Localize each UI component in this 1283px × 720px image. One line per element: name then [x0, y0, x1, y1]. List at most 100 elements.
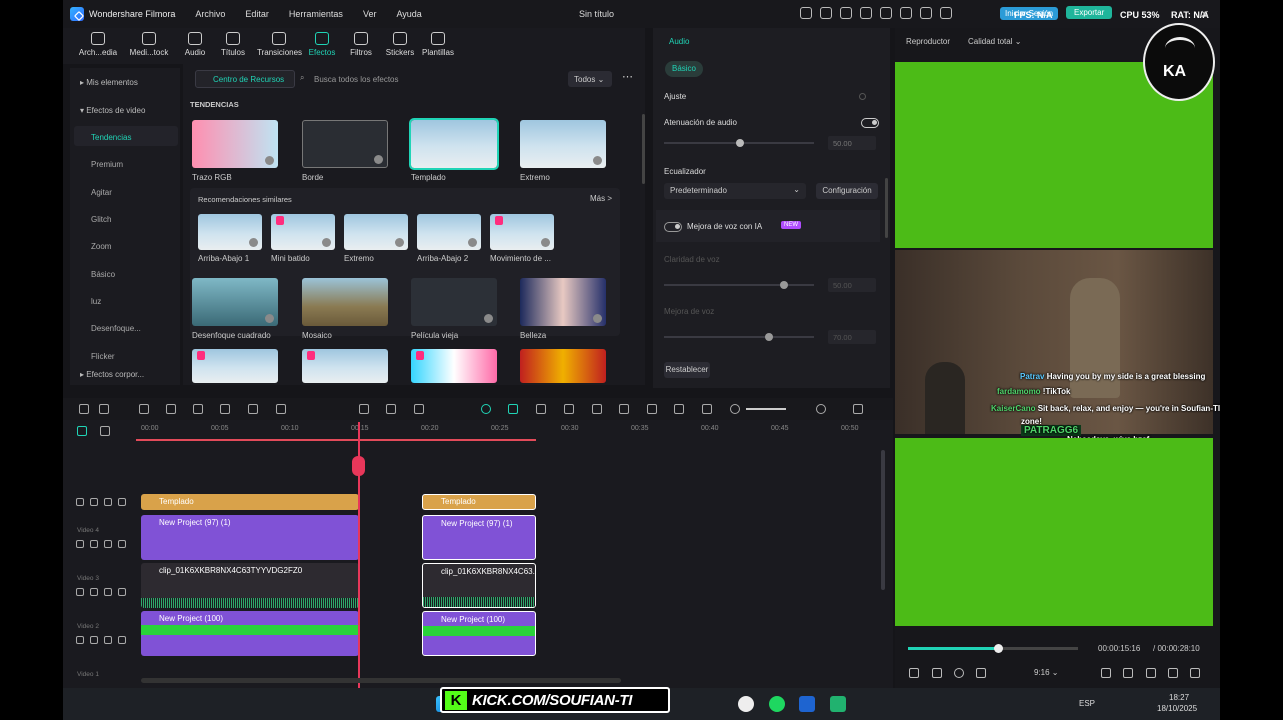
ai-icon[interactable]: [481, 404, 491, 414]
send-icon[interactable]: [820, 7, 832, 19]
zoom-slider[interactable]: [746, 408, 786, 410]
eye-icon[interactable]: [104, 498, 112, 506]
color-icon[interactable]: [414, 404, 424, 414]
replace-icon[interactable]: [702, 404, 712, 414]
chrome-icon[interactable]: [738, 696, 754, 712]
mejora-ia-toggle[interactable]: [664, 222, 682, 232]
progress-knob[interactable]: [994, 644, 1004, 653]
atenuacion-toggle[interactable]: [861, 118, 879, 128]
app-taskbar-icon[interactable]: [830, 696, 846, 712]
sidebar-item-glitch[interactable]: Glitch: [91, 215, 111, 224]
mejora-voz-slider[interactable]: [664, 333, 814, 341]
thumb-row4-3[interactable]: [411, 349, 497, 383]
crop-icon[interactable]: [276, 404, 286, 414]
library-scrollbar[interactable]: [642, 114, 645, 184]
menu-ayuda[interactable]: Ayuda: [396, 9, 421, 19]
claridad-value[interactable]: 50.00: [828, 278, 876, 292]
play-icon[interactable]: [954, 668, 964, 678]
thumb-extremo[interactable]: [520, 120, 606, 168]
reset-button[interactable]: Restablecer: [664, 362, 710, 378]
player-progress[interactable]: [908, 644, 1078, 653]
thumb-arriba-abajo-1[interactable]: [198, 214, 262, 250]
render-icon[interactable]: [564, 404, 574, 414]
edit-icon[interactable]: [118, 540, 126, 548]
snap-icon[interactable]: [508, 404, 518, 414]
thumb-extremo-2[interactable]: [344, 214, 408, 250]
effect-icon[interactable]: [536, 404, 546, 414]
download-icon[interactable]: [395, 238, 404, 247]
support-icon[interactable]: [900, 7, 912, 19]
sidebar-item-agitar[interactable]: Agitar: [91, 188, 112, 197]
mixer-icon[interactable]: [647, 404, 657, 414]
menu-ver[interactable]: Ver: [363, 9, 377, 19]
split-icon[interactable]: [220, 404, 230, 414]
grid-view-icon[interactable]: [853, 404, 863, 414]
timeline-scrollbar[interactable]: [141, 678, 621, 683]
thumb-borde[interactable]: [302, 120, 388, 168]
thumb-arriba-abajo-2[interactable]: [417, 214, 481, 250]
tab-stickers[interactable]: Stickers: [380, 32, 420, 57]
audio-icon[interactable]: [90, 636, 98, 644]
edit-icon[interactable]: [118, 588, 126, 596]
undo-icon[interactable]: [139, 404, 149, 414]
fullscreen-icon[interactable]: [1190, 668, 1200, 678]
clip-video[interactable]: clip_01K6XKBR8NX4C63...: [422, 563, 536, 608]
download-icon[interactable]: [468, 238, 477, 247]
tab-archivos-media[interactable]: Arch...edia: [78, 32, 118, 57]
sidebar-item-tendencias[interactable]: Tendencias: [91, 133, 131, 142]
link-icon[interactable]: [77, 426, 87, 436]
filter-dropdown[interactable]: Todos ⌄: [568, 71, 612, 87]
text-tool-icon[interactable]: [248, 404, 258, 414]
speed-icon[interactable]: [359, 404, 369, 414]
cart-icon[interactable]: [940, 7, 952, 19]
thumb-trazo-rgb[interactable]: [192, 120, 278, 168]
thumb-row4-4[interactable]: [520, 349, 606, 383]
marker-icon[interactable]: [1101, 668, 1111, 678]
sidebar-efectos-corporales[interactable]: ▸ Efectos corpor...: [80, 370, 144, 379]
edit-icon[interactable]: [118, 636, 126, 644]
shield-icon[interactable]: [592, 404, 602, 414]
sidebar-item-desenfoque[interactable]: Desenfoque...: [91, 324, 141, 333]
clip-project-97[interactable]: New Project (97) (1): [141, 515, 359, 560]
quality-dropdown[interactable]: Calidad total ⌄: [968, 37, 1021, 46]
tab-plantillas[interactable]: Plantillas: [418, 32, 458, 57]
save-icon[interactable]: [860, 7, 872, 19]
prev-frame-icon[interactable]: [909, 668, 919, 678]
more-link[interactable]: Más >: [590, 194, 612, 203]
lock-icon[interactable]: [76, 540, 84, 548]
tab-audio-props[interactable]: Audio: [669, 37, 689, 46]
filmora-taskbar-icon[interactable]: [799, 696, 815, 712]
lock-icon[interactable]: [76, 588, 84, 596]
slider-knob[interactable]: [765, 333, 773, 341]
thumb-row4-1[interactable]: [192, 349, 278, 383]
thumb-movimiento[interactable]: [490, 214, 554, 250]
scissors-icon[interactable]: [352, 456, 365, 476]
clip-video[interactable]: clip_01K6XKBR8NX4C63TYYVDG2FZ0: [141, 563, 359, 608]
basic-subtab[interactable]: Básico: [665, 61, 703, 77]
timeline-vscroll[interactable]: [881, 450, 885, 590]
resource-center-button[interactable]: Centro de Recursos: [195, 70, 295, 88]
delete-icon[interactable]: [193, 404, 203, 414]
download-icon[interactable]: [593, 156, 602, 165]
clip-templado[interactable]: Templado: [141, 494, 359, 510]
clip-project-97[interactable]: New Project (97) (1): [422, 515, 536, 560]
clock-date[interactable]: 18/10/2025: [1157, 704, 1197, 713]
claridad-slider[interactable]: [664, 281, 814, 289]
redo-icon[interactable]: [166, 404, 176, 414]
menu-herramientas[interactable]: Herramientas: [289, 9, 343, 19]
config-button[interactable]: Configuración: [816, 183, 878, 199]
clip-templado[interactable]: Templado: [422, 494, 536, 510]
photo-icon[interactable]: [880, 7, 892, 19]
eye-icon[interactable]: [104, 588, 112, 596]
aspect-ratio-dropdown[interactable]: 9:16 ⌄: [1034, 668, 1059, 677]
audio-icon[interactable]: [90, 588, 98, 596]
edit-icon[interactable]: [118, 498, 126, 506]
grid-icon[interactable]: [920, 7, 932, 19]
sidebar-item-zoom[interactable]: Zoom: [91, 242, 111, 251]
menu-editar[interactable]: Editar: [245, 9, 269, 19]
sidebar-item-premium[interactable]: Premium: [91, 160, 123, 169]
timer-icon[interactable]: [386, 404, 396, 414]
thumb-templado[interactable]: [409, 118, 499, 170]
eye-icon[interactable]: [104, 540, 112, 548]
download-icon[interactable]: [374, 155, 383, 164]
